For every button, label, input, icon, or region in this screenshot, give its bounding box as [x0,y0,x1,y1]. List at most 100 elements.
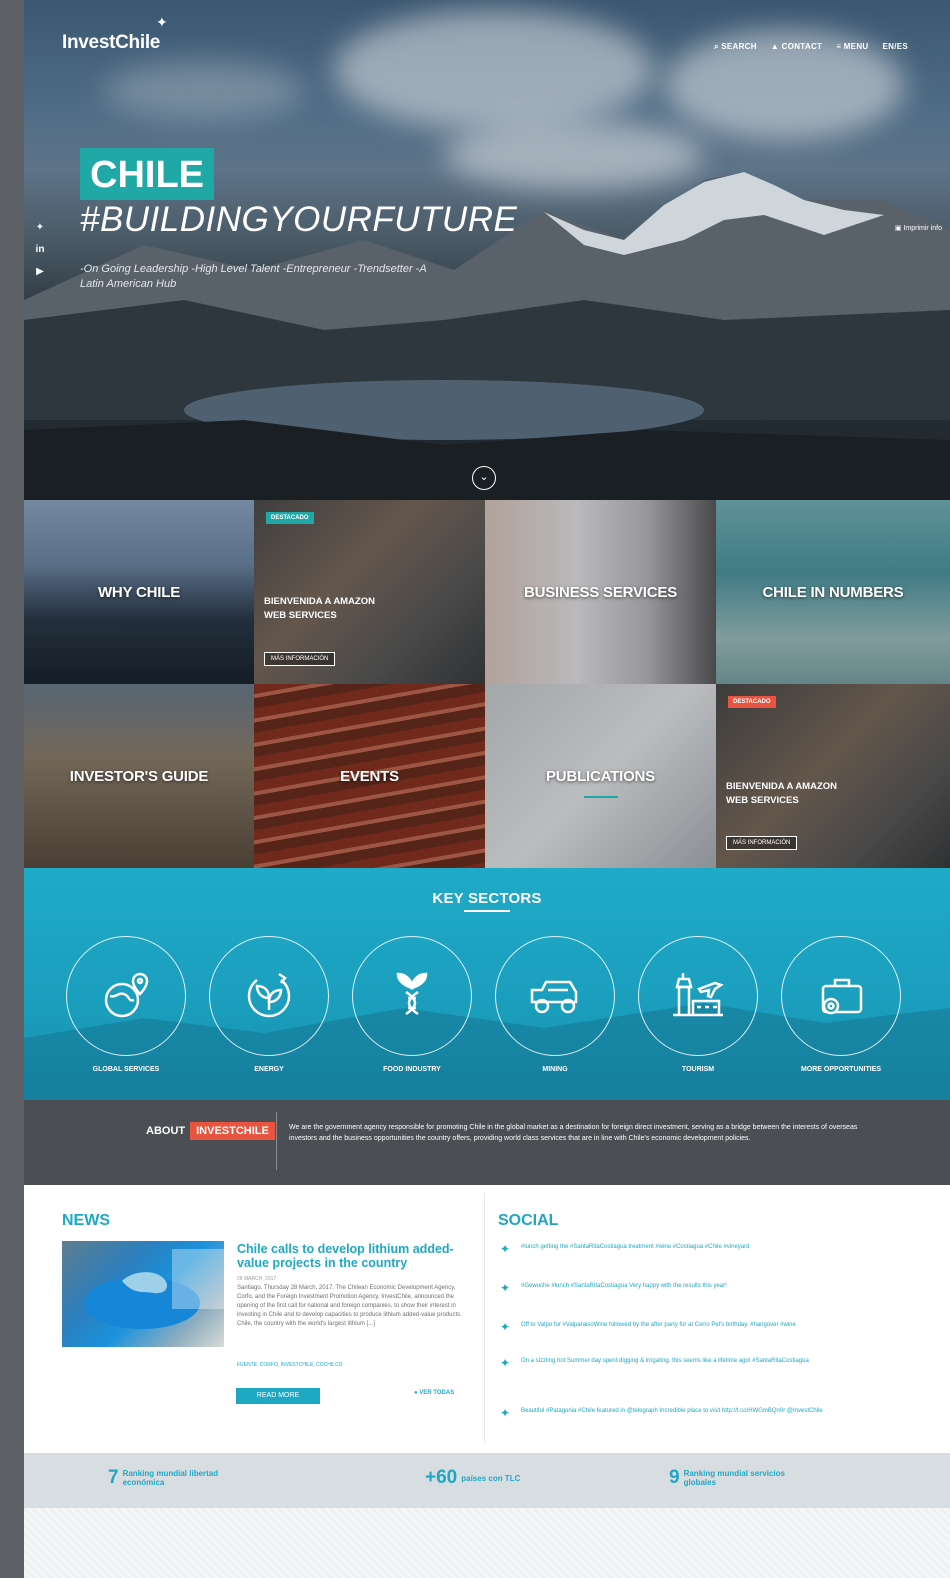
sector-energy[interactable]: ENERGY [209,936,329,1073]
tweet-text: Beautiful #Patagonia #Chile featured in … [521,1408,823,1414]
logo-star-icon: ✦ [156,14,168,30]
tile-label: INVESTOR'S GUIDE [69,767,209,785]
sector-label: ENERGY [254,1066,284,1073]
about-heading: ABOUT INVESTCHILE [146,1122,275,1140]
twitter-bird-icon: ✦ [500,1281,511,1295]
news-date: 28 MARCH, 2017 [237,1276,277,1282]
menu-link[interactable]: ≡ MENU [836,42,868,52]
tile-label: CHILE IN NUMBERS [762,583,904,601]
youtube-icon[interactable]: ▶ [34,266,46,278]
tile-chile-in-numbers[interactable]: CHILE IN NUMBERS [716,500,950,684]
globe-pins-icon [66,936,186,1056]
see-all-news-link[interactable]: ● VER TODAS [414,1390,454,1396]
tile-investors-guide[interactable]: INVESTOR'S GUIDE [24,684,254,868]
tile-publications[interactable]: PUBLICATIONS [485,684,716,868]
scroll-down-icon[interactable]: ⌄ [472,466,496,490]
sectors-title-underline [464,910,510,912]
social-heading: SOCIAL [498,1212,559,1229]
tile-business-services[interactable]: BUSINESS SERVICES [485,500,716,684]
sector-label: FOOD INDUSTRY [383,1066,441,1073]
print-info-label: Imprimir info [903,225,942,232]
top-navigation: ⌕ SEARCH ▲ CONTACT ≡ MENU EN/ES [714,42,908,52]
about-label: ABOUT [146,1125,186,1137]
dna-plant-icon [352,936,472,1056]
tile-why-chile[interactable]: WHY CHILE [24,500,254,684]
investchile-logo[interactable]: InvestChile ✦ [62,14,168,54]
news-image[interactable] [62,1241,224,1347]
tweet-item[interactable]: ✦ On a sizzling hot Summer day spent digg… [500,1356,900,1370]
contact-label: CONTACT [781,42,823,51]
stat-label: países con TLC [461,1473,521,1483]
featured-promo-text: BIENVENIDA A AMAZON WEB SERVICES [264,596,376,621]
news-title-link[interactable]: Chile calls to develop lithium added-val… [237,1242,467,1270]
tower-plane-icon [638,936,758,1056]
stat-item: 7 Ranking mundial libertad económica [108,1467,253,1489]
linkedin-icon[interactable]: in [34,244,46,256]
see-all-label: VER TODAS [419,1390,455,1396]
language-switch[interactable]: EN/ES [882,42,908,52]
sector-label: MORE OPPORTUNITIES [800,1066,882,1073]
tile-label: WHY CHILE [97,583,181,601]
stat-number: +60 [425,1467,458,1488]
sector-tourism[interactable]: TOURISM [638,936,758,1073]
more-info-button[interactable]: MÁS INFORMACIÓN [264,652,336,666]
twitter-icon[interactable]: ✦ [34,222,46,234]
news-image-graphic [84,1249,224,1329]
mining-truck-icon [495,936,615,1056]
tweet-item[interactable]: ✦ #Gewuche #lunch #SantaRitaCostiagua Ver… [500,1281,900,1295]
about-highlight: INVESTCHILE [190,1122,275,1140]
stats-bar: 7 Ranking mundial libertad económica +60… [24,1453,950,1508]
tile-featured-aws-2[interactable]: DESTACADO BIENVENIDA A AMAZON WEB SERVIC… [716,684,950,868]
about-text: We are the government agency responsible… [289,1124,858,1142]
tile-label: BUSINESS SERVICES [523,583,678,601]
about-divider [276,1112,277,1170]
featured-badge: DESTACADO [266,512,314,524]
stat-label: Ranking mundial servicios globales [683,1469,785,1487]
tile-underline [583,796,618,798]
contact-link[interactable]: ▲ CONTACT [771,42,822,52]
tweet-text: On a sizzling hot Summer day spent diggi… [521,1358,809,1364]
sectors-title: KEY SECTORS [432,890,542,907]
page: InvestChile ✦ ⌕ SEARCH ▲ CONTACT ≡ MENU E… [24,0,950,1578]
sector-mining[interactable]: MINING [495,936,615,1073]
twitter-bird-icon: ✦ [500,1242,511,1256]
hero-hashtag: #BUILDINGYOURFUTURE [80,200,518,239]
sector-label: TOURISM [681,1066,715,1073]
read-more-button[interactable]: READ MORE [236,1388,320,1404]
search-label: SEARCH [721,42,757,51]
tile-label: PUBLICATIONS [546,767,655,785]
twitter-bird-icon: ✦ [500,1406,511,1420]
sector-food-industry[interactable]: FOOD INDUSTRY [352,936,472,1073]
energy-leaf-icon [209,936,329,1056]
key-sectors: KEY SECTORS GLOBAL SERVICES ENERGY FOOD … [24,868,950,1100]
more-info-button[interactable]: MÁS INFORMACIÓN [726,836,798,850]
tweet-item[interactable]: ✦ #lunch getting the #SantaRitaCostiagua … [500,1242,900,1256]
tile-featured-aws[interactable]: DESTACADO BIENVENIDA A AMAZON WEB SERVIC… [254,500,485,684]
tweet-text: #Gewuche #lunch #SantaRitaCostiagua Very… [521,1283,727,1289]
news-social-section: NEWS Chile calls to develop lithium adde… [24,1185,950,1453]
sector-label: GLOBAL SERVICES [92,1066,160,1073]
hero-subtitle: -On Going Leadership -High Level Talent … [80,263,427,290]
sector-more-opportunities[interactable]: MORE OPPORTUNITIES [781,936,901,1073]
sector-global-services[interactable]: GLOBAL SERVICES [66,936,186,1073]
news-body: Santiago, Thursday 28 March, 2017. The C… [237,1285,462,1327]
tweet-text: Off to Valpo for #ValparaisoWine followe… [521,1322,796,1328]
hero-banner: InvestChile ✦ ⌕ SEARCH ▲ CONTACT ≡ MENU E… [24,0,950,500]
featured-badge: DESTACADO [728,696,776,708]
search-link[interactable]: ⌕ SEARCH [714,42,757,52]
print-info-link[interactable]: ▣ Imprimir info [895,224,942,232]
stat-label: Ranking mundial libertad económica [122,1469,219,1487]
twitter-bird-icon: ✦ [500,1320,511,1334]
tweet-item[interactable]: ✦ Beautiful #Patagonia #Chile featured in… [500,1406,900,1420]
stat-number: 7 [108,1467,119,1488]
tile-label: EVENTS [340,767,399,785]
featured-promo-text: BIENVENIDA A AMAZON WEB SERVICES [726,781,838,806]
sector-label: MINING [542,1066,568,1073]
tile-events[interactable]: EVENTS [254,684,485,868]
column-divider [484,1193,485,1443]
mountain-landscape [24,172,950,500]
stat-number: 9 [669,1467,680,1488]
tweet-item[interactable]: ✦ Off to Valpo for #ValparaisoWine follow… [500,1320,900,1334]
news-heading: NEWS [62,1212,110,1229]
social-sidebar: ✦ in ▶ [34,222,46,278]
